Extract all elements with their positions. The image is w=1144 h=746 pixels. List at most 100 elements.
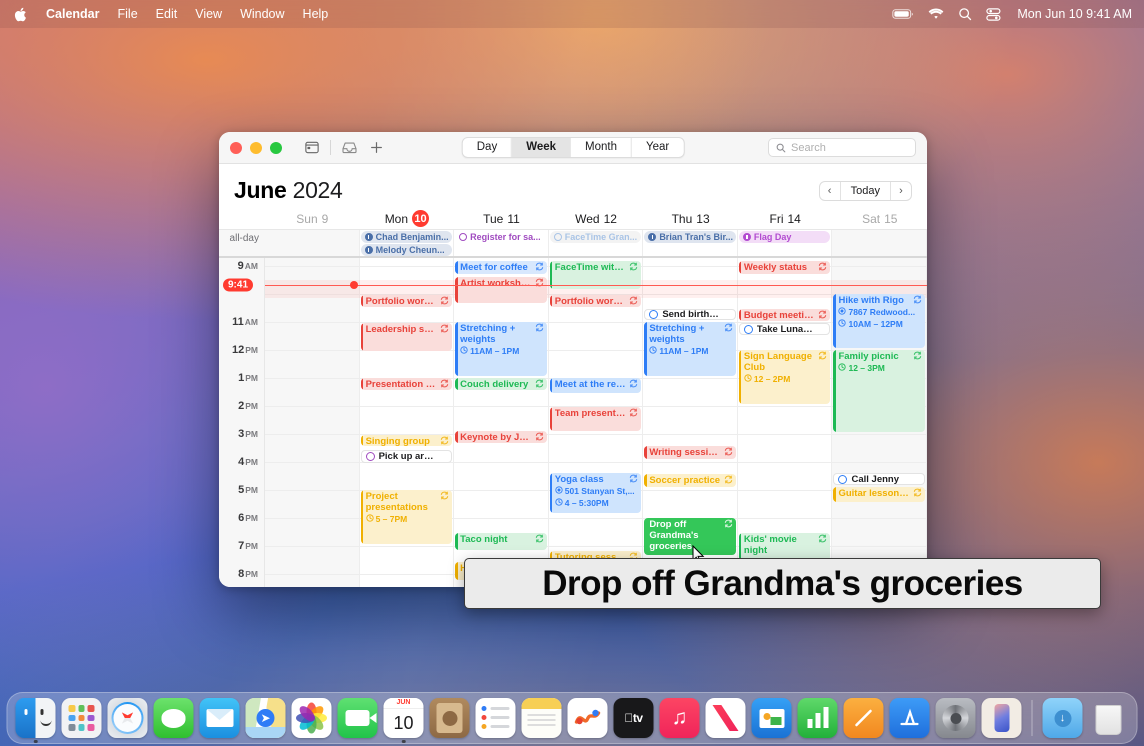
menu-window[interactable]: Window bbox=[231, 5, 293, 23]
safari-icon[interactable] bbox=[108, 698, 148, 738]
all-day-event[interactable]: Chad Benjamin... bbox=[361, 231, 453, 243]
all-day-column-wed[interactable]: FaceTime Gran... bbox=[549, 230, 644, 256]
tab-day[interactable]: Day bbox=[463, 138, 512, 157]
menu-bar-clock[interactable]: Mon Jun 10 9:41 AM bbox=[1015, 7, 1132, 21]
close-button[interactable] bbox=[230, 142, 242, 154]
all-day-column-mon[interactable]: Chad Benjamin...Melody Cheun... bbox=[360, 230, 455, 256]
calendar-event[interactable]: Soccer practice bbox=[644, 474, 736, 487]
day-column-wed[interactable]: FaceTime with...Portfolio work...Meet at… bbox=[549, 258, 644, 587]
calendar-event[interactable]: Team presenta... bbox=[550, 407, 642, 431]
window-controls[interactable] bbox=[230, 142, 282, 154]
dock-item-calendar[interactable]: JUN10 bbox=[384, 698, 424, 738]
dock-item-notes[interactable] bbox=[522, 698, 562, 738]
calendar-event[interactable]: Meet at the res... bbox=[550, 378, 642, 393]
calendar-event[interactable]: Portfolio work... bbox=[361, 295, 453, 308]
day-header-wed[interactable]: Wed12 bbox=[549, 208, 644, 229]
news-icon[interactable] bbox=[706, 698, 746, 738]
dock-item-safari[interactable] bbox=[108, 698, 148, 738]
facetime-icon[interactable] bbox=[338, 698, 378, 738]
today-button[interactable]: Today bbox=[840, 182, 891, 200]
previous-week-button[interactable]: ‹ bbox=[820, 182, 840, 200]
dock-item-music[interactable]: ♫ bbox=[660, 698, 700, 738]
wifi-icon[interactable] bbox=[928, 8, 944, 20]
date-navigation[interactable]: ‹ Today › bbox=[819, 181, 912, 201]
dock-item-appletv[interactable]: tv bbox=[614, 698, 654, 738]
calendar-event[interactable]: Hike with Rigo7867 Redwood...10AM – 12PM bbox=[833, 294, 925, 349]
day-header-sat[interactable]: Sat15 bbox=[832, 208, 927, 229]
all-day-column-thu[interactable]: Brian Tran's Bir... bbox=[643, 230, 738, 256]
tab-month[interactable]: Month bbox=[571, 138, 632, 157]
calendar-event[interactable]: Budget meeting bbox=[739, 309, 831, 322]
all-day-event[interactable]: Register for sa... bbox=[455, 231, 547, 243]
day-column-fri[interactable]: Weekly statusBudget meetingTake Luna to … bbox=[738, 258, 833, 587]
day-columns[interactable]: Portfolio work...Leadership skil...Prese… bbox=[265, 258, 927, 587]
minimize-button[interactable] bbox=[250, 142, 262, 154]
dock-item-reminders[interactable] bbox=[476, 698, 516, 738]
all-day-event[interactable]: FaceTime Gran... bbox=[550, 231, 642, 243]
dock-item-photos[interactable] bbox=[292, 698, 332, 738]
maps-icon[interactable]: ➤ bbox=[246, 698, 286, 738]
calendar-event[interactable]: Kids' movie night bbox=[739, 533, 831, 561]
view-segmented-control[interactable]: Day Week Month Year bbox=[462, 137, 685, 158]
reminder-circle-icon[interactable] bbox=[744, 325, 753, 334]
apple-logo-icon[interactable] bbox=[8, 7, 37, 22]
menu-view[interactable]: View bbox=[186, 5, 231, 23]
plus-icon[interactable] bbox=[365, 138, 387, 158]
pages-icon[interactable] bbox=[844, 698, 884, 738]
calendar-event[interactable]: Sign Language Club12 – 2PM bbox=[739, 350, 831, 405]
dock-item-freeform[interactable] bbox=[568, 698, 608, 738]
calendar-grid[interactable]: 9AM11AM12PM1PM2PM3PM4PM5PM6PM7PM8PM Port… bbox=[219, 258, 927, 587]
music-icon[interactable]: ♫ bbox=[660, 698, 700, 738]
calendar-event[interactable]: Project presentations5 – 7PM bbox=[361, 490, 453, 545]
dock-item-app-store[interactable] bbox=[890, 698, 930, 738]
system-settings-icon[interactable] bbox=[936, 698, 976, 738]
dock-item-system-settings[interactable] bbox=[936, 698, 976, 738]
dock-item-iphone-mirroring[interactable] bbox=[982, 698, 1022, 738]
day-header-mon[interactable]: Mon10 bbox=[360, 208, 455, 229]
freeform-icon[interactable] bbox=[568, 698, 608, 738]
day-header-tue[interactable]: Tue11 bbox=[454, 208, 549, 229]
day-column-sat[interactable]: Hike with Rigo7867 Redwood...10AM – 12PM… bbox=[832, 258, 927, 587]
search-input[interactable]: Search bbox=[768, 138, 916, 157]
mail-icon[interactable] bbox=[200, 698, 240, 738]
day-column-thu[interactable]: Send birthday...Stretching + weights11AM… bbox=[643, 258, 738, 587]
calendar-event-selected[interactable]: Drop off Grandma's groceries bbox=[644, 518, 736, 556]
calendar-sidebar-icon[interactable] bbox=[301, 138, 323, 158]
iphone-mirroring-icon[interactable] bbox=[982, 698, 1022, 738]
calendar-event[interactable]: Weekly status bbox=[739, 261, 831, 274]
app-store-icon[interactable] bbox=[890, 698, 930, 738]
all-day-event[interactable]: Flag Day bbox=[739, 231, 831, 243]
day-column-mon[interactable]: Portfolio work...Leadership skil...Prese… bbox=[360, 258, 455, 587]
finder-icon[interactable] bbox=[16, 698, 56, 738]
calendar-event[interactable]: Couch delivery bbox=[455, 378, 547, 391]
dock-item-downloads[interactable]: ↓ bbox=[1043, 698, 1083, 738]
all-day-event[interactable]: Melody Cheun... bbox=[361, 244, 453, 256]
dock-item-news[interactable] bbox=[706, 698, 746, 738]
launchpad-icon[interactable] bbox=[62, 698, 102, 738]
dock-item-launchpad[interactable] bbox=[62, 698, 102, 738]
contacts-icon[interactable] bbox=[430, 698, 470, 738]
numbers-icon[interactable] bbox=[798, 698, 838, 738]
zoom-button[interactable] bbox=[270, 142, 282, 154]
reminder-item[interactable]: Call Jenny bbox=[833, 473, 925, 486]
keynote-icon[interactable] bbox=[752, 698, 792, 738]
menu-help[interactable]: Help bbox=[294, 5, 338, 23]
calendar-event[interactable]: Singing group bbox=[361, 435, 453, 446]
menu-edit[interactable]: Edit bbox=[147, 5, 187, 23]
calendar-event[interactable]: Meet for coffee bbox=[455, 261, 547, 274]
tab-year[interactable]: Year bbox=[632, 138, 683, 157]
calendar-event[interactable]: Portfolio work... bbox=[550, 295, 642, 308]
dock-item-maps[interactable]: ➤ bbox=[246, 698, 286, 738]
dock-item-pages[interactable] bbox=[844, 698, 884, 738]
search-icon[interactable] bbox=[958, 7, 972, 21]
calendar-event[interactable]: Presentation p... bbox=[361, 378, 453, 391]
messages-icon[interactable] bbox=[154, 698, 194, 738]
tab-week[interactable]: Week bbox=[512, 138, 571, 157]
all-day-column-sat[interactable] bbox=[832, 230, 927, 256]
dock-item-trash[interactable] bbox=[1089, 698, 1129, 738]
calendar-event[interactable]: Keynote by Ja... bbox=[455, 431, 547, 444]
reminder-item[interactable]: Send birthday... bbox=[644, 309, 736, 320]
menu-file[interactable]: File bbox=[109, 5, 147, 23]
all-day-column-fri[interactable]: Flag Day bbox=[738, 230, 833, 256]
dock-item-keynote[interactable] bbox=[752, 698, 792, 738]
